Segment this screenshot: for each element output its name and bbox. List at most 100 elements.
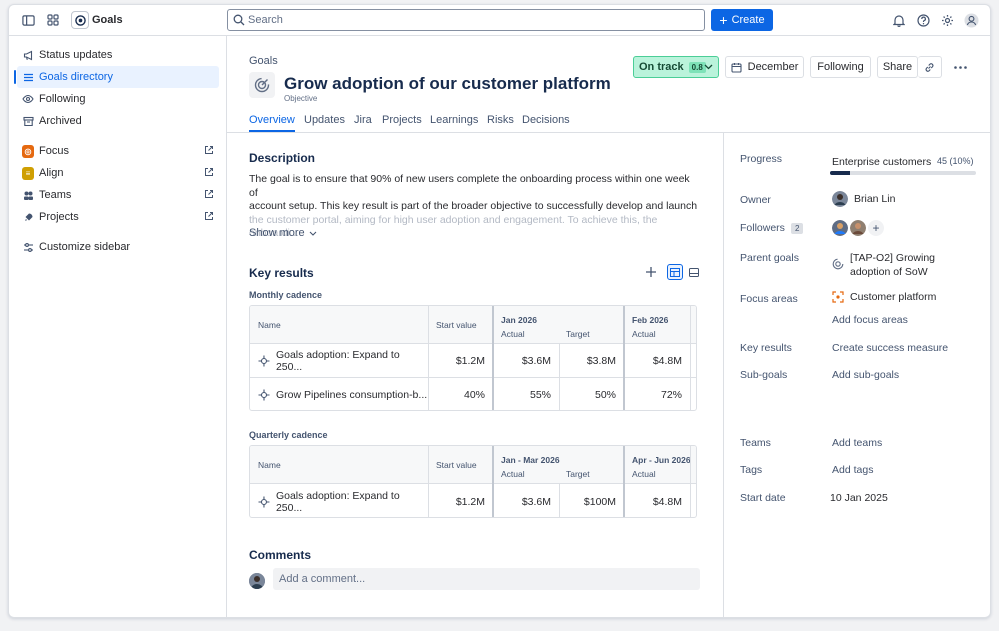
table-view-toggle[interactable]: [667, 264, 683, 280]
external-link-icon[interactable]: [204, 211, 214, 221]
goals-logo-icon[interactable]: [71, 11, 89, 29]
followers-avatars[interactable]: +: [832, 220, 884, 236]
tab-updates[interactable]: Updates: [304, 114, 345, 132]
external-link-icon[interactable]: [204, 167, 214, 177]
start-date-value[interactable]: 10 Jan 2025: [830, 492, 888, 504]
copy-link-button[interactable]: [918, 56, 942, 78]
add-teams-link[interactable]: Add teams: [832, 437, 882, 449]
column-divider: [428, 306, 429, 410]
tab-decisions[interactable]: Decisions: [522, 114, 570, 132]
comment-input[interactable]: Add a comment...: [273, 568, 700, 590]
sidebar-item-align[interactable]: ≡ Align: [17, 162, 219, 184]
progress-value: 45 (10%): [937, 156, 974, 166]
sidebar-item-archived[interactable]: Archived: [17, 110, 219, 132]
sidebar-item-following[interactable]: Following: [17, 88, 219, 110]
add-key-result-icon[interactable]: [645, 266, 657, 278]
target-date-label: December: [747, 61, 799, 73]
external-link-icon[interactable]: [204, 145, 214, 155]
target-cell[interactable]: $3.8M: [559, 344, 624, 377]
create-success-measure-link[interactable]: Create success measure: [832, 342, 948, 354]
notifications-icon[interactable]: [891, 12, 907, 28]
owner-value[interactable]: Brian Lin: [832, 191, 895, 207]
details-panel: Progress Enterprise customers 45 (10%) O…: [724, 133, 990, 617]
actual-cell[interactable]: $3.6M: [493, 344, 559, 377]
parent-goal-link[interactable]: [TAP-O2] Growing adoption of SoW: [832, 252, 935, 279]
sidebar-item-teams[interactable]: Teams: [17, 184, 219, 206]
col-start-value: Start value: [436, 319, 477, 330]
progress-label: Progress: [740, 153, 783, 165]
tab-overview[interactable]: Overview: [249, 114, 295, 132]
following-button[interactable]: Following: [810, 56, 871, 78]
table-row[interactable]: Goals adoption: Expand to 250... $1.2M $…: [250, 484, 696, 517]
status-dropdown[interactable]: On track 0.8: [633, 56, 719, 78]
add-tags-link[interactable]: Add tags: [832, 464, 873, 476]
sidebar-toggle-icon[interactable]: [20, 12, 36, 28]
kr-name[interactable]: Goals adoption: Expand to 250...: [276, 490, 428, 514]
breadcrumb[interactable]: Goals: [249, 55, 278, 67]
goal-type-label: Objective: [284, 94, 318, 103]
add-follower-icon[interactable]: +: [868, 220, 884, 236]
actual-cell[interactable]: 55%: [493, 378, 559, 410]
sidebar-item-projects[interactable]: Projects: [17, 206, 219, 228]
parent-goal-line: [TAP-O2] Growing: [850, 252, 935, 264]
kr-name-cell: Grow Pipelines consumption-b...: [250, 378, 428, 410]
app-title[interactable]: Goals: [92, 14, 123, 26]
tab-projects[interactable]: Projects: [382, 114, 422, 132]
card-view-toggle[interactable]: [686, 264, 702, 280]
tab-risks[interactable]: Risks: [487, 114, 514, 132]
focus-area-link[interactable]: Customer platform: [832, 291, 936, 303]
col-period-1: Jan 2026: [501, 315, 537, 325]
actual-cell[interactable]: $4.8M: [624, 344, 690, 377]
help-icon[interactable]: [915, 12, 931, 28]
tab-jira[interactable]: Jira: [354, 114, 372, 132]
settings-gear-icon[interactable]: [939, 12, 955, 28]
sidebar-item-label: Projects: [39, 211, 79, 223]
quarterly-kr-table: Name Start value Jan - Mar 2026 Actual T…: [249, 445, 697, 518]
table-header-row: Name Start value Jan 2026 Actual Target …: [250, 306, 696, 344]
align-app-icon: ≡: [22, 166, 34, 180]
table-row[interactable]: Grow Pipelines consumption-b... 40% 55% …: [250, 378, 696, 410]
search-input[interactable]: Search: [227, 9, 705, 31]
target-cell[interactable]: $100M: [559, 484, 624, 517]
show-more-label: Show more: [249, 227, 305, 239]
avatar: [832, 191, 848, 207]
profile-avatar-icon[interactable]: [963, 12, 979, 28]
actual-cell[interactable]: $4.8M: [624, 484, 690, 517]
app-switcher-icon[interactable]: [45, 12, 61, 28]
external-link-icon[interactable]: [204, 189, 214, 199]
column-divider: [559, 344, 560, 410]
progress-name[interactable]: Enterprise customers: [832, 156, 931, 168]
kr-name[interactable]: Grow Pipelines consumption-b...: [276, 389, 427, 401]
share-button[interactable]: Share: [877, 56, 918, 78]
table-row[interactable]: Goals adoption: Expand to 250... $1.2M $…: [250, 344, 696, 378]
more-actions-button[interactable]: [949, 56, 971, 78]
actual-cell[interactable]: $3.6M: [493, 484, 559, 517]
link-icon: [925, 62, 934, 72]
megaphone-icon: [22, 49, 34, 61]
tab-learnings[interactable]: Learnings: [430, 114, 478, 132]
kr-name-cell: Goals adoption: Expand to 250...: [250, 344, 428, 377]
sidebar-item-focus[interactable]: ◎ Focus: [17, 140, 219, 162]
app-window: Goals Search + Create Status updates Goa…: [8, 4, 991, 618]
sidebar-item-status-updates[interactable]: Status updates: [17, 44, 219, 66]
kr-name[interactable]: Goals adoption: Expand to 250...: [276, 349, 428, 373]
search-placeholder: Search: [248, 14, 283, 26]
add-sub-goals-link[interactable]: Add sub-goals: [832, 369, 899, 381]
col-actual: Actual: [501, 469, 525, 479]
create-label: Create: [731, 14, 765, 26]
actual-cell[interactable]: 72%: [624, 378, 690, 410]
sidebar-item-label: Archived: [39, 115, 82, 127]
show-more-button[interactable]: Show more: [249, 227, 317, 239]
target-cell[interactable]: 50%: [559, 378, 624, 410]
start-date-label: Start date: [740, 492, 786, 504]
sidebar-item-customize[interactable]: Customize sidebar: [17, 236, 219, 258]
description-line: The goal is to ensure that 90% of new us…: [249, 173, 690, 199]
more-icon: [953, 65, 967, 69]
add-focus-areas-link[interactable]: Add focus areas: [832, 314, 908, 326]
sidebar-item-goals-directory[interactable]: Goals directory: [14, 66, 219, 88]
chevron-down-icon: [704, 64, 713, 70]
col-target: Target: [566, 469, 590, 479]
target-date-button[interactable]: December: [725, 56, 804, 78]
create-button[interactable]: + Create: [711, 9, 773, 31]
kr-name-cell: Goals adoption: Expand to 250...: [250, 484, 428, 517]
